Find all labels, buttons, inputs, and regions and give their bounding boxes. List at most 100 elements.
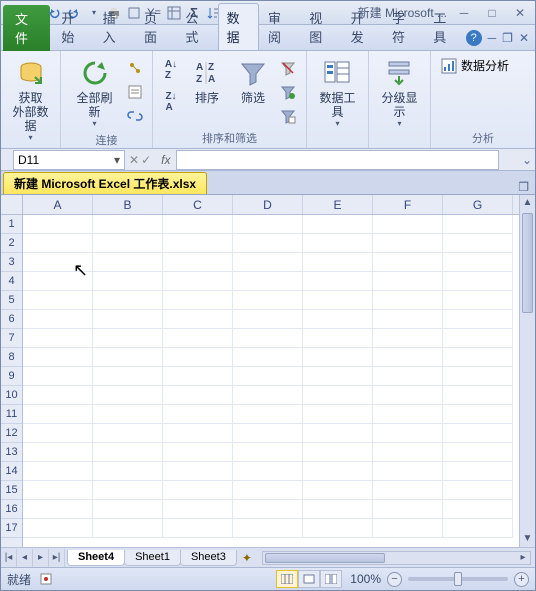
cell[interactable] <box>373 443 443 462</box>
sort-asc-desc-buttons[interactable]: A↓Z Z↓A <box>159 55 183 123</box>
cell[interactable] <box>373 291 443 310</box>
row-header[interactable]: 1 <box>1 215 22 234</box>
advanced-filter-icon[interactable] <box>277 105 299 127</box>
cell[interactable] <box>23 481 93 500</box>
sort-asc-icon[interactable]: A↓Z <box>160 59 182 81</box>
cell[interactable] <box>373 481 443 500</box>
row-header[interactable]: 9 <box>1 367 22 386</box>
name-box[interactable]: D11 ▾ <box>13 150 125 170</box>
cell[interactable] <box>303 234 373 253</box>
normal-view-icon[interactable] <box>276 570 298 588</box>
cell[interactable] <box>93 424 163 443</box>
clear-filter-icon[interactable] <box>277 57 299 79</box>
next-sheet-icon[interactable]: ▸ <box>33 549 49 567</box>
row-header[interactable]: 8 <box>1 348 22 367</box>
cell[interactable] <box>233 367 303 386</box>
prev-sheet-icon[interactable]: ◂ <box>17 549 33 567</box>
cell[interactable] <box>443 291 513 310</box>
cell[interactable] <box>23 462 93 481</box>
maximize-icon[interactable]: □ <box>481 6 503 20</box>
workbook-restore-icon[interactable]: ❐ <box>512 180 535 194</box>
cell[interactable] <box>233 329 303 348</box>
cell[interactable] <box>443 348 513 367</box>
edit-links-icon[interactable] <box>124 105 146 127</box>
workbook-tab[interactable]: 新建 Microsoft Excel 工作表.xlsx <box>3 172 207 194</box>
cell[interactable] <box>163 462 233 481</box>
refresh-all-button[interactable]: 全部刷新 ▾ <box>67 55 122 130</box>
cell[interactable] <box>303 329 373 348</box>
cell[interactable] <box>163 329 233 348</box>
cell[interactable] <box>93 367 163 386</box>
cell[interactable] <box>233 291 303 310</box>
data-analysis-button[interactable]: 数据分析 <box>437 55 513 76</box>
cell[interactable] <box>23 348 93 367</box>
scroll-up-icon[interactable]: ▲ <box>520 195 535 211</box>
reapply-icon[interactable] <box>277 81 299 103</box>
fx-label[interactable]: fx <box>155 153 176 167</box>
cell[interactable] <box>373 462 443 481</box>
cell[interactable] <box>373 386 443 405</box>
macro-record-icon[interactable] <box>39 572 53 586</box>
col-header[interactable]: A <box>23 195 93 214</box>
cell[interactable] <box>233 386 303 405</box>
cell[interactable] <box>303 386 373 405</box>
help-icon[interactable]: ? <box>466 30 482 46</box>
cell[interactable] <box>233 348 303 367</box>
tab-page[interactable]: 页面 <box>135 3 176 50</box>
cell[interactable] <box>23 386 93 405</box>
page-layout-view-icon[interactable] <box>298 570 320 588</box>
scroll-right-icon[interactable]: ▸ <box>516 552 530 564</box>
cell[interactable] <box>303 462 373 481</box>
sort-desc-icon[interactable]: Z↓A <box>160 91 182 113</box>
cell[interactable] <box>23 500 93 519</box>
row-header[interactable]: 12 <box>1 424 22 443</box>
file-tab[interactable]: 文件 <box>3 5 50 51</box>
cell[interactable] <box>303 500 373 519</box>
cell[interactable] <box>233 481 303 500</box>
cell[interactable] <box>303 253 373 272</box>
zoom-value[interactable]: 100% <box>350 572 381 586</box>
cancel-formula-icon[interactable]: ✕ <box>129 153 139 167</box>
cell[interactable] <box>163 481 233 500</box>
cell[interactable] <box>303 405 373 424</box>
vscroll-thumb[interactable] <box>522 213 533 313</box>
col-header[interactable]: G <box>443 195 513 214</box>
doc-minimize-icon[interactable]: ─ <box>488 31 497 45</box>
row-header[interactable]: 5 <box>1 291 22 310</box>
cell[interactable] <box>163 291 233 310</box>
page-break-view-icon[interactable] <box>320 570 342 588</box>
row-header[interactable]: 13 <box>1 443 22 462</box>
cell[interactable] <box>233 272 303 291</box>
row-header[interactable]: 4 <box>1 272 22 291</box>
row-header[interactable]: 15 <box>1 481 22 500</box>
cell[interactable] <box>163 310 233 329</box>
cell[interactable] <box>443 443 513 462</box>
tab-home[interactable]: 开始 <box>52 3 93 50</box>
data-tools-button[interactable]: 数据工具 ▾ <box>313 55 362 130</box>
last-sheet-icon[interactable]: ▸| <box>49 549 65 567</box>
row-header[interactable]: 3 <box>1 253 22 272</box>
zoom-in-icon[interactable]: + <box>514 572 529 587</box>
cell[interactable] <box>163 253 233 272</box>
row-header[interactable]: 16 <box>1 500 22 519</box>
cell[interactable] <box>23 519 93 538</box>
cell[interactable] <box>93 519 163 538</box>
cell[interactable] <box>93 310 163 329</box>
sheet-tab[interactable]: Sheet3 <box>180 550 237 566</box>
cell[interactable] <box>163 367 233 386</box>
sheet-tab[interactable]: Sheet1 <box>124 550 181 566</box>
cell[interactable] <box>233 462 303 481</box>
cell[interactable] <box>373 405 443 424</box>
cell[interactable] <box>233 253 303 272</box>
cell[interactable] <box>373 329 443 348</box>
filter-button[interactable]: 筛选 <box>231 55 275 107</box>
cell[interactable] <box>23 234 93 253</box>
cell[interactable] <box>373 519 443 538</box>
cell[interactable] <box>303 519 373 538</box>
cell[interactable] <box>303 367 373 386</box>
cell[interactable] <box>443 215 513 234</box>
properties-icon[interactable] <box>124 81 146 103</box>
cell[interactable] <box>23 443 93 462</box>
cell[interactable] <box>23 291 93 310</box>
cell[interactable] <box>233 500 303 519</box>
